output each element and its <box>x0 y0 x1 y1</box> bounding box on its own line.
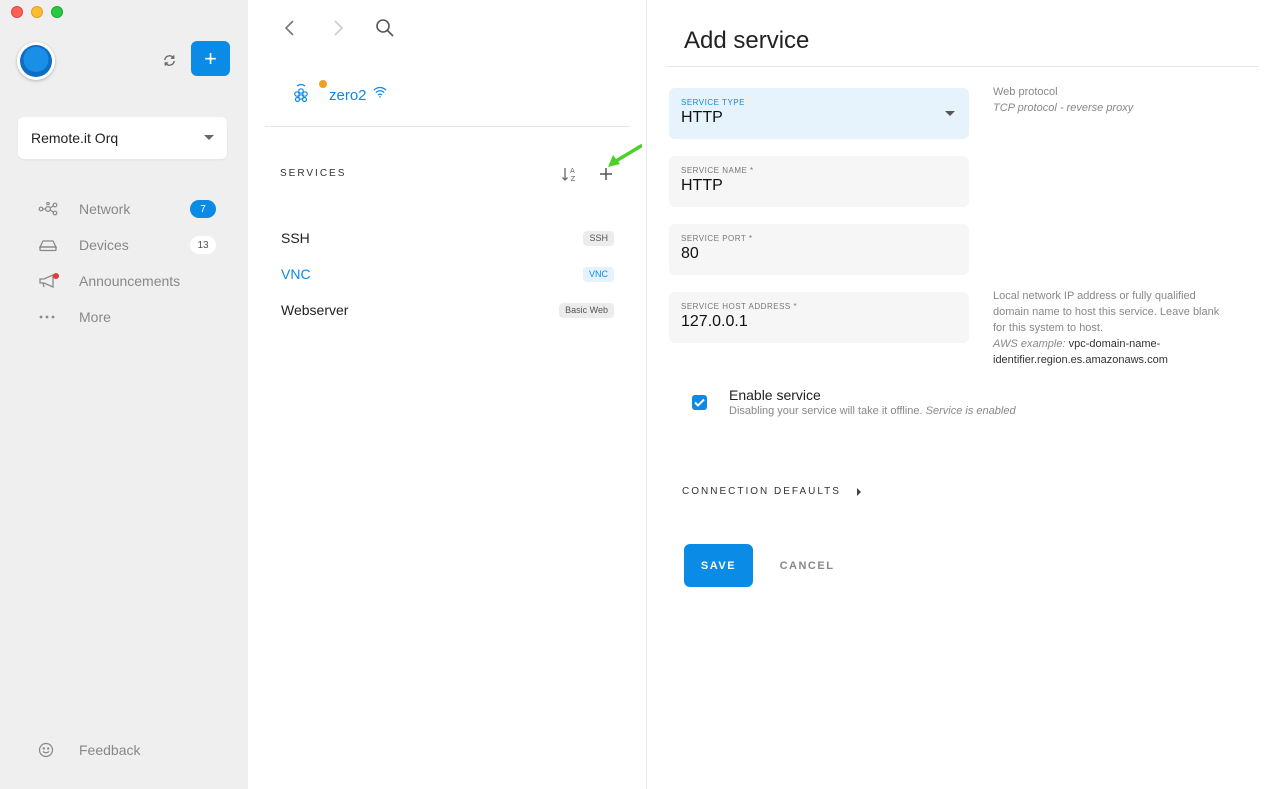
sort-button[interactable]: A Z <box>558 162 582 186</box>
organization-select[interactable]: Remote.it Orq <box>18 117 227 159</box>
network-icon <box>28 199 68 219</box>
wifi-icon <box>373 85 387 103</box>
enable-service-label: Enable service <box>729 387 821 403</box>
enable-service-subtitle: Disabling your service will take it offl… <box>729 405 923 417</box>
window-minimize-button[interactable] <box>31 6 43 18</box>
service-tag: SSH <box>583 230 614 246</box>
caret-down-icon <box>945 111 955 116</box>
cancel-button[interactable]: CANCEL <box>771 544 843 587</box>
sidebar-item-label: Devices <box>79 237 129 253</box>
help-line: TCP protocol - reverse proxy <box>993 102 1134 114</box>
sidebar-item-more[interactable]: More <box>28 299 228 335</box>
sidebar: + Remote.it Orq Network 7 Devices 13 Ann… <box>0 0 248 789</box>
svg-text:Z: Z <box>571 175 576 183</box>
add-service-panel: Add service SERVICE TYPE HTTP Web protoc… <box>648 0 1277 789</box>
devices-count-badge: 13 <box>190 236 216 254</box>
service-item-vnc[interactable]: VNC VNC <box>265 256 630 292</box>
organization-name: Remote.it Orq <box>31 130 119 146</box>
checkmark-icon <box>694 398 705 407</box>
refresh-button[interactable] <box>156 47 182 73</box>
connection-defaults-toggle[interactable]: CONNECTION DEFAULTS <box>682 486 861 497</box>
host-address-help: Local network IP address or fully qualif… <box>993 288 1228 368</box>
chevron-left-icon <box>284 20 294 36</box>
field-label: SERVICE HOST ADDRESS * <box>681 302 798 311</box>
service-name: SSH <box>281 230 310 246</box>
sort-az-icon: A Z <box>562 167 576 183</box>
chevron-right-icon <box>334 20 344 36</box>
sidebar-item-announcements[interactable]: Announcements <box>28 263 228 299</box>
more-icon <box>28 307 68 327</box>
service-item-webserver[interactable]: Webserver Basic Web <box>265 292 630 328</box>
window-zoom-button[interactable] <box>51 6 63 18</box>
field-value: 80 <box>681 245 699 262</box>
search-button[interactable] <box>371 14 399 42</box>
sidebar-item-network[interactable]: Network 7 <box>28 191 228 227</box>
field-value: HTTP <box>681 109 723 126</box>
caret-right-icon <box>856 487 861 496</box>
field-value: HTTP <box>681 177 723 194</box>
field-label: SERVICE TYPE <box>681 98 745 107</box>
enable-service-checkbox[interactable] <box>692 395 707 410</box>
back-button[interactable] <box>276 14 304 42</box>
feedback-link[interactable]: Feedback <box>28 732 228 768</box>
service-tag: VNC <box>582 266 614 282</box>
field-label: SERVICE NAME * <box>681 166 754 175</box>
service-tag: Basic Web <box>559 302 614 318</box>
service-item-ssh[interactable]: SSH SSH <box>265 220 630 256</box>
divider <box>666 66 1259 67</box>
annotation-arrow <box>608 144 642 167</box>
service-name: VNC <box>281 266 311 282</box>
refresh-icon <box>163 54 175 66</box>
sidebar-nav: Network 7 Devices 13 Announcements More <box>28 191 228 335</box>
service-name: Webserver <box>281 302 349 318</box>
service-host-address-field[interactable]: SERVICE HOST ADDRESS * 127.0.0.1 <box>669 292 969 343</box>
sidebar-item-label: Announcements <box>79 273 181 289</box>
save-button[interactable]: SAVE <box>684 544 753 587</box>
device-panel: zero2 SERVICES A Z SSH SSH VNC VNC Webse… <box>248 0 647 789</box>
service-type-select[interactable]: SERVICE TYPE HTTP <box>669 88 969 139</box>
device-name: zero2 <box>329 87 367 104</box>
sidebar-item-label: More <box>79 309 111 325</box>
help-example-label: AWS example: <box>993 338 1066 350</box>
field-value: 127.0.0.1 <box>681 313 748 330</box>
devices-icon <box>28 235 68 255</box>
smiley-icon <box>28 740 68 760</box>
sidebar-item-feedback[interactable]: Feedback <box>28 732 228 768</box>
window-close-button[interactable] <box>11 6 23 18</box>
raspberry-pi-icon <box>290 82 312 106</box>
megaphone-icon <box>28 271 68 291</box>
sidebar-item-label: Network <box>79 201 131 217</box>
services-list: SSH SSH VNC VNC Webserver Basic Web <box>265 220 630 328</box>
service-name-field[interactable]: SERVICE NAME * HTTP <box>669 156 969 207</box>
add-device-button[interactable]: + <box>191 41 230 76</box>
enable-service-description: Disabling your service will take it offl… <box>729 405 1016 417</box>
services-heading: SERVICES <box>280 168 347 179</box>
network-count-badge: 7 <box>190 200 216 218</box>
field-label: SERVICE PORT * <box>681 234 753 243</box>
search-icon <box>376 19 394 37</box>
help-line: Web protocol <box>993 86 1058 98</box>
forward-button[interactable] <box>324 14 352 42</box>
service-type-help: Web protocol TCP protocol - reverse prox… <box>993 84 1228 116</box>
avatar[interactable] <box>17 42 55 80</box>
svg-text:A: A <box>570 167 575 175</box>
feedback-label: Feedback <box>79 742 141 758</box>
page-title: Add service <box>684 27 810 54</box>
service-port-field[interactable]: SERVICE PORT * 80 <box>669 224 969 275</box>
help-text: Local network IP address or fully qualif… <box>993 290 1220 334</box>
enable-service-status: Service is enabled <box>925 405 1016 417</box>
status-dot <box>319 80 327 88</box>
plus-icon: + <box>204 45 217 71</box>
device-header[interactable]: zero2 <box>265 70 630 127</box>
sidebar-item-devices[interactable]: Devices 13 <box>28 227 228 263</box>
caret-down-icon <box>204 135 214 140</box>
connection-defaults-label: CONNECTION DEFAULTS <box>682 486 841 497</box>
